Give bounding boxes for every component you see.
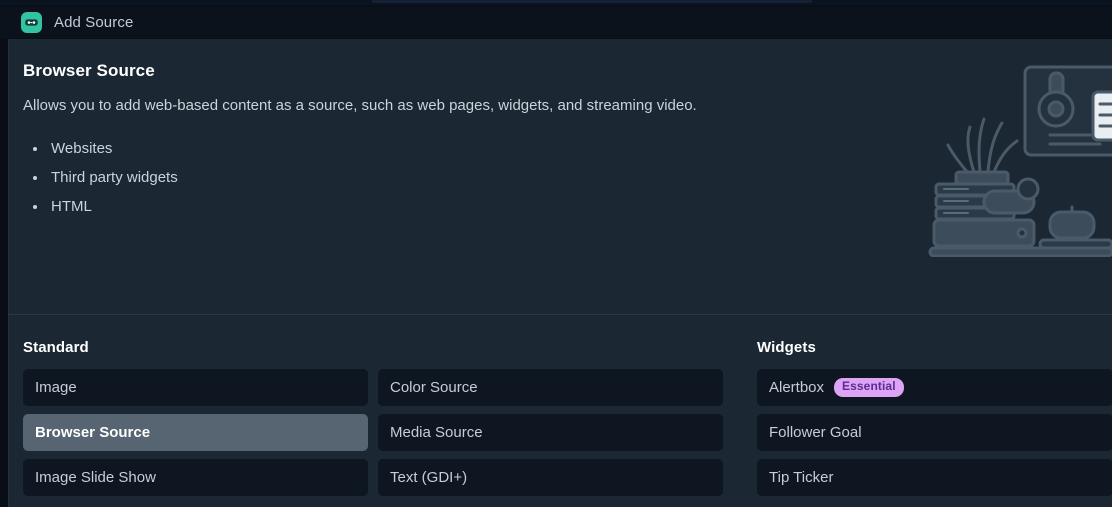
window-titlebar: Add Source	[0, 7, 1112, 39]
standard-section-title: Standard	[23, 339, 89, 356]
source-item-text-gdi[interactable]: Text (GDI+)	[378, 459, 723, 496]
list-item: Websites	[23, 140, 1088, 158]
source-item-label: Image	[35, 379, 77, 396]
status-badge: Essential	[834, 378, 904, 397]
source-item-follower-goal[interactable]: Follower Goal	[757, 414, 1112, 451]
source-item-label: Tip Ticker	[769, 469, 834, 486]
add-source-panel: Browser Source Allows you to add web-bas…	[8, 39, 1112, 507]
source-item-label: Image Slide Show	[35, 469, 156, 486]
source-detail-hero: Browser Source Allows you to add web-bas…	[9, 39, 1112, 314]
source-item-label: Text (GDI+)	[390, 469, 468, 486]
source-item-label: Media Source	[390, 424, 483, 441]
list-item: Third party widgets	[23, 169, 1088, 187]
source-item-image[interactable]: Image	[23, 369, 368, 406]
source-item-label: Follower Goal	[769, 424, 862, 441]
source-item-label: Alertbox	[769, 379, 825, 396]
source-item-image-slide-show[interactable]: Image Slide Show	[23, 459, 368, 496]
widgets-column: Widgets Alertbox Essential Follower Goal…	[748, 339, 1112, 507]
widgets-section-title: Widgets	[757, 339, 816, 356]
source-item-label: Color Source	[390, 379, 478, 396]
add-source-window: Add Source Browser Source Allows you to …	[0, 0, 1112, 507]
source-item-label: Browser Source	[35, 424, 151, 441]
source-item-media-source[interactable]: Media Source	[378, 414, 723, 451]
window-title: Add Source	[54, 14, 134, 31]
source-description: Allows you to add web-based content as a…	[23, 97, 697, 114]
standard-sources-column: Standard Image Color Source Browser Sour…	[9, 339, 748, 507]
source-item-browser-source[interactable]: Browser Source	[23, 414, 368, 451]
background-window-highlight	[372, 0, 812, 3]
source-item-alertbox[interactable]: Alertbox Essential	[757, 369, 1112, 406]
source-item-tip-ticker[interactable]: Tip Ticker	[757, 459, 1112, 496]
background-window-sliver	[0, 0, 1112, 7]
standard-sources-grid: Image Color Source Browser Source Media …	[23, 369, 748, 496]
source-item-color-source[interactable]: Color Source	[378, 369, 723, 406]
widgets-grid: Alertbox Essential Follower Goal Tip Tic…	[757, 369, 1112, 496]
source-lists: Standard Image Color Source Browser Sour…	[9, 315, 1112, 507]
source-feature-list: Websites Third party widgets HTML	[23, 140, 1088, 216]
page-title: Browser Source	[23, 61, 155, 80]
streamlabs-logo-icon	[21, 12, 42, 33]
list-item: HTML	[23, 198, 1088, 216]
